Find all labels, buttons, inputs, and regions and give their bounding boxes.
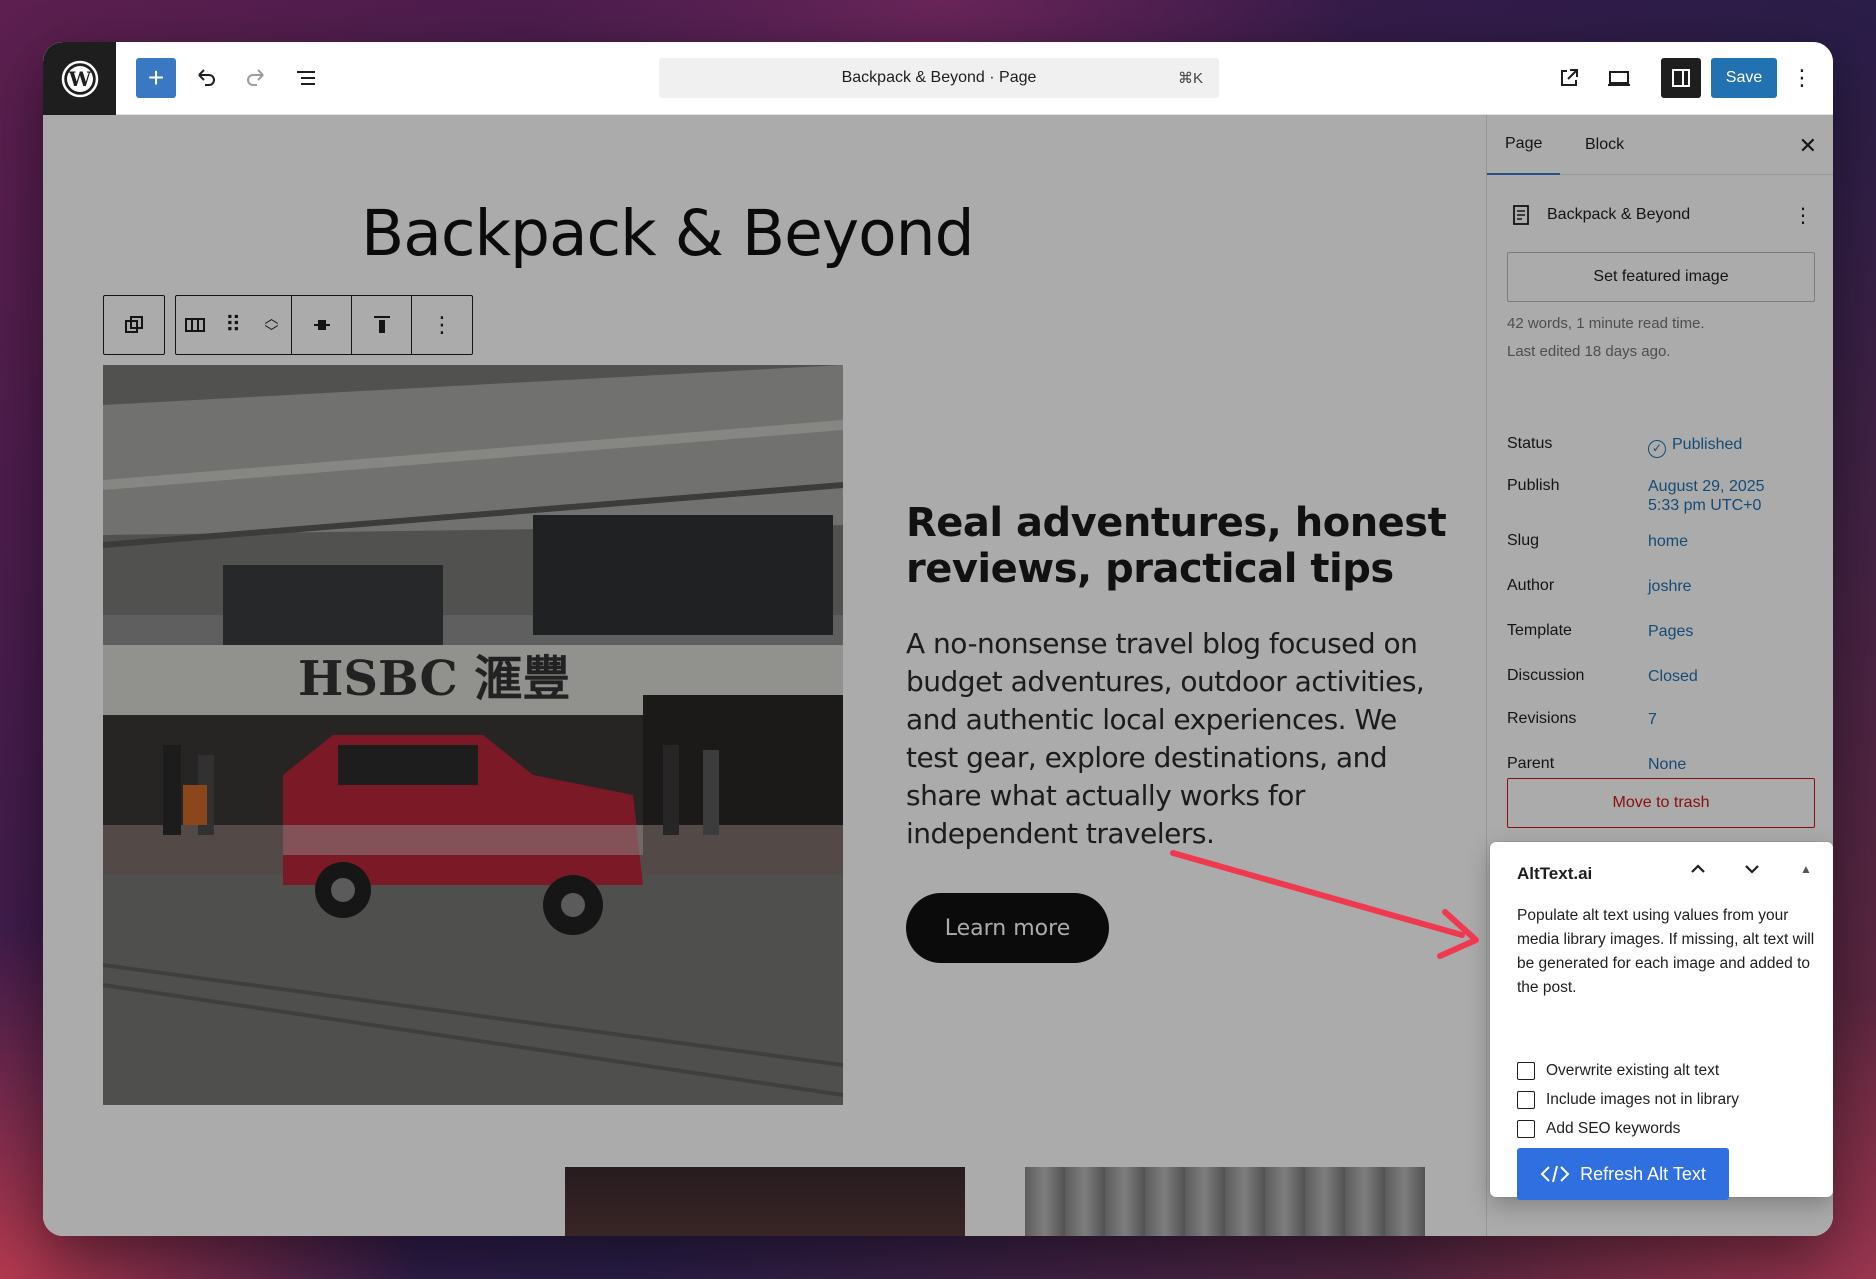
annotation-arrow <box>1170 850 1479 959</box>
